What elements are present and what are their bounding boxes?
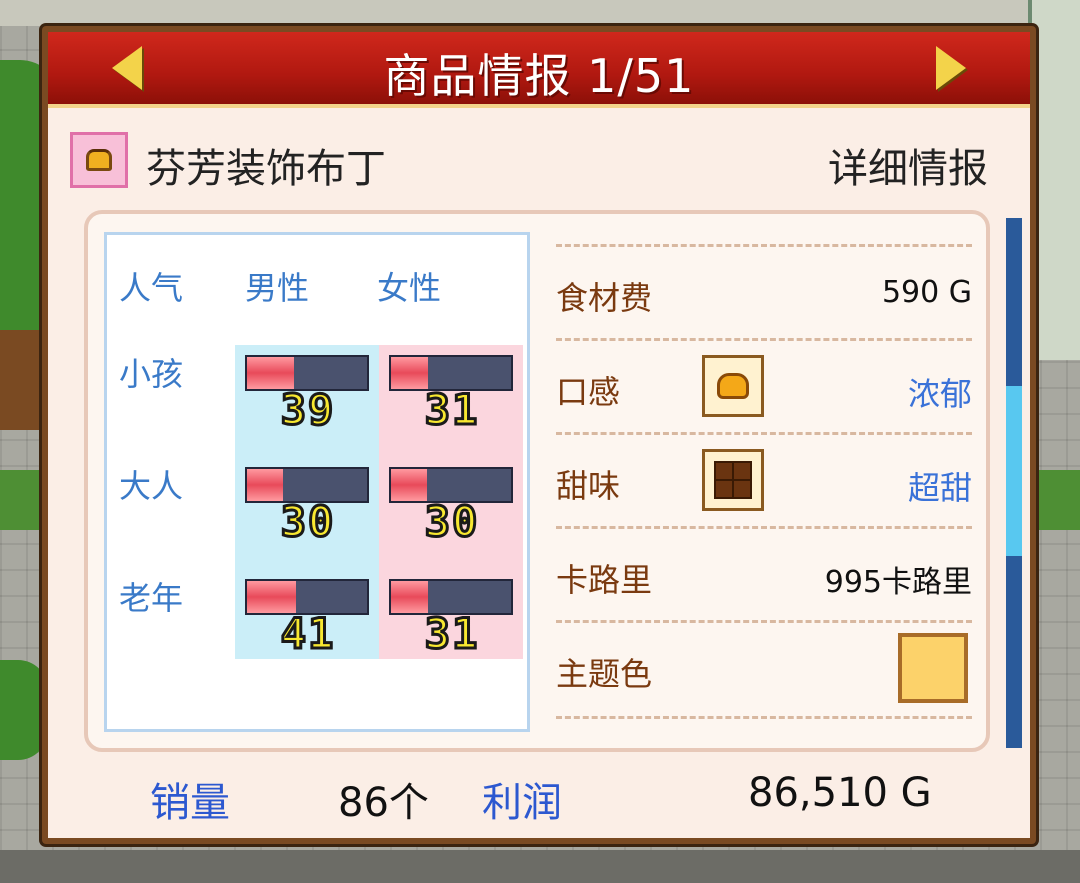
sales-value: 86个 (338, 780, 429, 826)
title-bar: 商品情报 1/51 (48, 32, 1030, 108)
popularity-panel: 人气 男性 女性 小孩 大人 老年 39 31 30 30 41 31 (104, 232, 530, 732)
gauge-value: 30 (423, 496, 480, 548)
sweetness-icon-frame (702, 449, 764, 511)
stat-value: 590 G (881, 275, 972, 310)
profit-value: 86,510 G (748, 770, 932, 816)
chocolate-icon (714, 461, 752, 499)
popularity-header: 人气 (119, 269, 184, 307)
female-header: 女性 (377, 269, 442, 307)
background-wall (0, 0, 1080, 26)
detail-info-button[interactable]: 详细情报 (828, 136, 988, 194)
gauge-child-female: 31 (389, 355, 515, 445)
texture-icon-frame (702, 355, 764, 417)
background-tree-trunk (0, 330, 40, 430)
male-header: 男性 (245, 269, 310, 307)
stat-calories: 卡路里 995卡路里 (556, 526, 972, 623)
next-arrow-icon[interactable] (936, 46, 966, 90)
scrollbar-thumb[interactable] (1006, 386, 1022, 556)
stat-label: 卡路里 (556, 561, 653, 599)
stat-label: 食材费 (556, 279, 653, 317)
gauge-senior-female: 31 (389, 579, 515, 669)
stat-divider (556, 716, 972, 719)
stat-sweetness: 甜味 超甜 (556, 432, 972, 529)
sales-label: 销量 (150, 780, 230, 826)
gauge-child-male: 39 (245, 355, 371, 445)
gauge-value: 39 (279, 384, 336, 436)
item-name: 芬芳装饰布丁 (146, 146, 386, 192)
profit-label: 利润 (482, 780, 562, 826)
gauge-value: 30 (279, 496, 336, 548)
stat-value: 995卡路里 (824, 565, 972, 600)
stat-value: 超甜 (907, 469, 972, 507)
row-label-senior: 老年 (119, 579, 184, 617)
theme-color-swatch (898, 633, 968, 703)
scrollbar[interactable] (1006, 218, 1022, 748)
background-hedge-left (0, 470, 48, 530)
gauge-adult-female: 30 (389, 467, 515, 557)
pudding-blob-icon (717, 373, 749, 399)
window-body: 商品情报 1/51 芬芳装饰布丁 详细情报 人气 男性 女性 小孩 大人 老年 … (48, 32, 1030, 838)
background-road (0, 850, 1080, 883)
row-label-adult: 大人 (119, 467, 184, 505)
stat-ingredient-cost: 食材费 590 G (556, 244, 972, 341)
background-bush (0, 660, 48, 760)
row-label-child: 小孩 (119, 355, 184, 393)
gauge-adult-male: 30 (245, 467, 371, 557)
background-hedge-right (1032, 470, 1080, 530)
stat-value: 浓郁 (907, 375, 972, 413)
gauge-value: 41 (279, 608, 336, 660)
stat-theme-color: 主题色 (556, 620, 972, 717)
product-info-window: 商品情报 1/51 芬芳装饰布丁 详细情报 人气 男性 女性 小孩 大人 老年 … (42, 26, 1036, 844)
gauge-senior-male: 41 (245, 579, 371, 669)
stat-label: 主题色 (556, 655, 653, 693)
stat-label: 甜味 (556, 467, 621, 505)
gauge-value: 31 (423, 608, 480, 660)
stat-label: 口感 (556, 373, 621, 411)
stat-texture: 口感 浓郁 (556, 338, 972, 435)
item-icon-frame (70, 132, 128, 188)
pudding-icon (86, 149, 112, 171)
gauge-value: 31 (423, 384, 480, 436)
window-title: 商品情报 1/51 (383, 49, 695, 103)
